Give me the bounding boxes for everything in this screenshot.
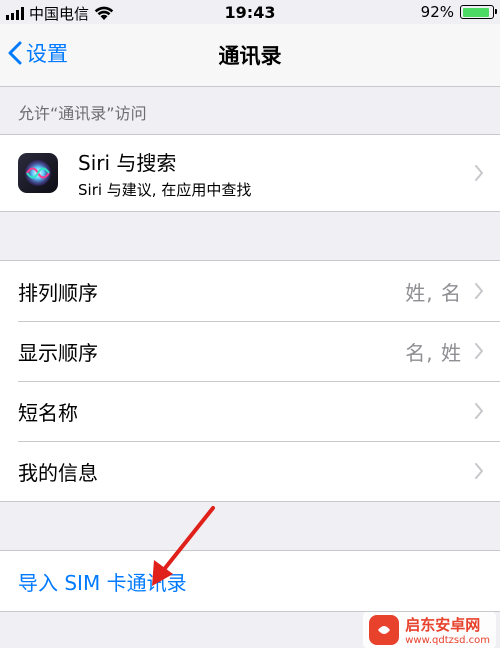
display-order-value: 名, 姓 (405, 340, 462, 365)
battery-percent: 92% (420, 3, 454, 21)
watermark-brand: 启东安卓网 (405, 616, 481, 634)
siri-title: Siri 与搜索 (78, 150, 177, 175)
siri-group: Siri 与搜索 Siri 与建议, 在应用中查找 (0, 134, 500, 212)
display-order-row[interactable]: 显示顺序 名, 姓 (0, 321, 500, 381)
sort-order-label: 排列顺序 (18, 280, 98, 305)
settings-group: 排列顺序 姓, 名 显示顺序 名, 姓 短名称 我的信息 (0, 260, 500, 502)
chevron-right-icon (475, 283, 483, 299)
sort-order-value: 姓, 名 (405, 280, 462, 305)
watermark-text: 启东安卓网 www.qdtzsd.com (405, 614, 490, 646)
status-bar-right: 92% (420, 3, 497, 21)
short-name-label: 短名称 (18, 400, 78, 425)
page-title: 通讯录 (218, 44, 282, 68)
navigation-bar: 设置 通讯录 (0, 24, 500, 87)
siri-search-row[interactable]: Siri 与搜索 Siri 与建议, 在应用中查找 (0, 135, 500, 211)
siri-icon (18, 153, 58, 193)
my-info-row[interactable]: 我的信息 (0, 441, 500, 501)
import-sim-contacts-button[interactable]: 导入 SIM 卡通讯录 (0, 551, 500, 611)
my-info-label: 我的信息 (18, 460, 98, 485)
battery-icon (460, 5, 497, 19)
import-sim-label: 导入 SIM 卡通讯录 (18, 570, 187, 595)
siri-text: Siri 与搜索 Siri 与建议, 在应用中查找 (78, 147, 474, 200)
chevron-right-icon (475, 403, 483, 419)
watermark-logo-icon (369, 615, 400, 645)
chevron-right-icon (475, 343, 483, 359)
chevron-right-icon (475, 463, 483, 479)
chevron-right-icon (475, 165, 483, 181)
watermark: 启东安卓网 www.qdtzsd.com (363, 612, 496, 648)
sort-order-row[interactable]: 排列顺序 姓, 名 (0, 261, 500, 321)
section-header: 允许“通讯录”访问 (18, 104, 147, 123)
battery-fill (462, 7, 490, 17)
display-order-label: 显示顺序 (18, 340, 98, 365)
status-bar: 中国电信 19:43 92% (0, 0, 500, 24)
siri-subtitle: Siri 与建议, 在应用中查找 (78, 180, 252, 199)
import-group: 导入 SIM 卡通讯录 (0, 550, 500, 612)
short-name-row[interactable]: 短名称 (0, 381, 500, 441)
watermark-url: www.qdtzsd.com (405, 635, 490, 646)
